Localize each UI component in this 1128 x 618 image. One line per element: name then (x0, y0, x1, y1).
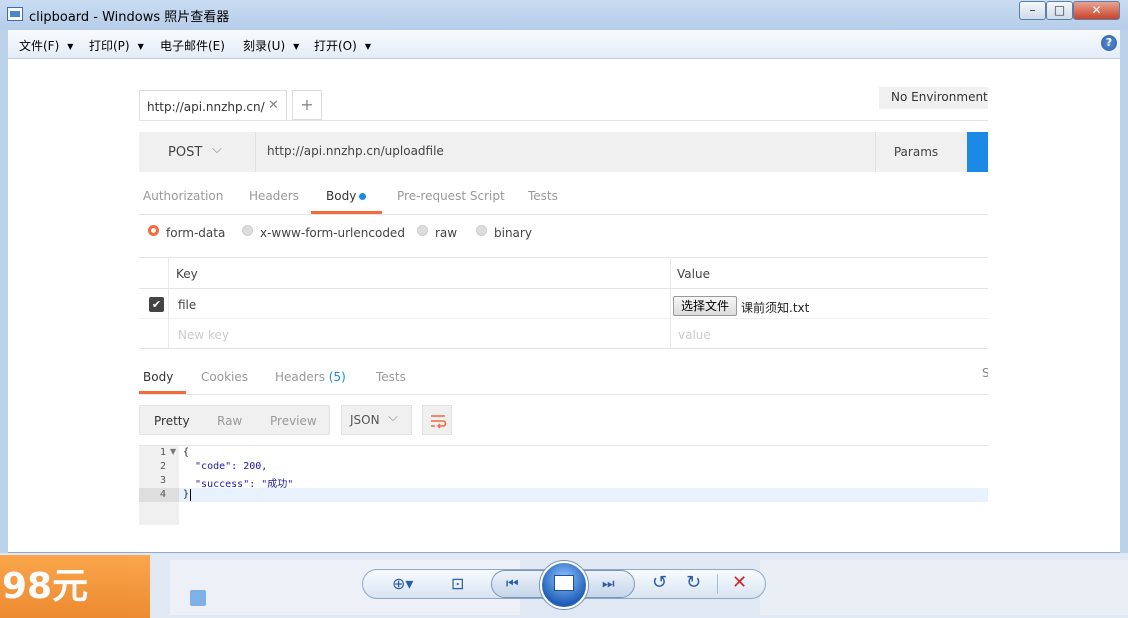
line-number: 2 (159, 461, 166, 472)
new-value-input[interactable]: value (678, 328, 711, 342)
window-title: clipboard - Windows 照片查看器 (29, 10, 230, 25)
chevron-down-icon: ▼ (364, 42, 371, 51)
headers-count-badge: (5) (328, 370, 346, 384)
slideshow-icon (554, 575, 574, 591)
response-tab-body[interactable]: Body (143, 370, 173, 384)
request-tab-label: http://api.nnzhp.cn/ (147, 100, 265, 114)
modified-dot-icon (359, 193, 366, 200)
tab-pre-request-script[interactable]: Pre-request Script (397, 189, 505, 203)
rotate-counterclockwise-icon[interactable]: ↺ (652, 572, 667, 593)
code-line: "success": "成功" (183, 479, 294, 490)
send-button[interactable] (967, 132, 988, 172)
text-caret (190, 489, 191, 501)
response-status-cutoff: S (982, 366, 988, 380)
divider (139, 120, 988, 121)
radio-label: binary (494, 226, 532, 240)
environment-selector[interactable]: No Environment (879, 87, 988, 109)
divider (168, 257, 169, 349)
menu-burn[interactable]: 刻录(U) ▼ (243, 37, 299, 54)
tab-authorization[interactable]: Authorization (143, 189, 223, 203)
url-input-value: http://api.nnzhp.cn/uploadfile (267, 144, 444, 158)
add-tab-button[interactable]: + (292, 90, 322, 120)
chevron-down-icon: ⌵ (212, 142, 222, 157)
zoom-icon[interactable]: ⊕▾ (392, 574, 413, 593)
displayed-screenshot: http://api.nnzhp.cn/ ✕ + No Environment … (139, 87, 988, 525)
radio-label: x-www-form-urlencoded (260, 226, 405, 240)
rotate-clockwise-icon[interactable]: ↻ (686, 572, 701, 593)
row-enabled-checkbox[interactable]: ✔ (149, 297, 164, 312)
choose-file-button[interactable]: 选择文件 (673, 296, 737, 316)
menu-email[interactable]: 电子邮件(E) (160, 37, 225, 54)
request-tab[interactable]: http://api.nnzhp.cn/ ✕ (139, 90, 287, 120)
new-key-input[interactable]: New key (178, 328, 229, 342)
code-line: } (183, 489, 190, 500)
column-header-value: Value (677, 267, 710, 281)
divider (670, 257, 671, 349)
view-preview-button[interactable]: Preview (270, 414, 317, 428)
chevron-down-icon: ⌵ (388, 410, 398, 425)
view-pretty-button[interactable]: Pretty (154, 414, 190, 428)
tab-headers[interactable]: Headers (249, 189, 299, 203)
divider (139, 348, 988, 349)
line-number: 3 (159, 475, 166, 486)
code-line: { (183, 447, 190, 458)
wrap-lines-icon (431, 415, 447, 429)
next-icon[interactable]: ⏭ (602, 576, 615, 592)
close-icon[interactable]: ✕ (268, 98, 279, 113)
background-checkbox-icon (190, 590, 206, 606)
params-button[interactable]: Params (876, 132, 956, 172)
divider (139, 445, 988, 446)
radio-raw[interactable] (417, 225, 428, 236)
chevron-down-icon: ▼ (293, 42, 300, 51)
divider (139, 318, 988, 319)
divider (139, 394, 988, 395)
divider (139, 257, 988, 258)
menu-bar: 文件(F) ▼ 打印(P) ▼ 电子邮件(E) 刻录(U) ▼ 打开(O) ▼ ? (8, 30, 1120, 59)
current-line-highlight (179, 488, 988, 502)
close-window-button[interactable]: ✕ (1073, 1, 1120, 20)
photo-viewer-app-icon (7, 7, 23, 21)
view-raw-button[interactable]: Raw (217, 414, 242, 428)
column-header-key: Key (176, 267, 198, 281)
response-tab-headers[interactable]: Headers (5) (275, 370, 346, 384)
wrap-lines-button[interactable] (422, 405, 452, 435)
background-content (760, 560, 1128, 615)
help-icon[interactable]: ? (1101, 35, 1117, 51)
divider (717, 574, 718, 594)
chevron-down-icon: ▼ (67, 42, 74, 51)
background-ad-banner: 98元 (0, 555, 150, 618)
radio-binary[interactable] (476, 225, 487, 236)
row-key-input[interactable]: file (178, 298, 196, 312)
radio-label: raw (435, 226, 458, 240)
response-tab-cookies[interactable]: Cookies (201, 370, 248, 384)
previous-icon[interactable]: ⏮ (506, 576, 519, 592)
radio-label: form-data (166, 226, 226, 240)
method-selector[interactable]: POST (168, 145, 202, 160)
maximize-button[interactable]: □ (1046, 1, 1073, 20)
menu-file[interactable]: 文件(F) ▼ (19, 37, 73, 54)
tab-tests[interactable]: Tests (528, 189, 558, 203)
minimize-button[interactable]: – (1019, 1, 1046, 20)
divider (139, 214, 988, 215)
fit-window-icon[interactable]: ⊡ (451, 574, 464, 593)
window-frame-right (1120, 30, 1128, 553)
response-tab-tests[interactable]: Tests (376, 370, 406, 384)
fold-arrow-icon[interactable]: ▼ (170, 447, 176, 456)
menu-open[interactable]: 打开(O) ▼ (314, 37, 371, 54)
code-line: "code": 200, (183, 461, 268, 472)
line-number: 1 (159, 447, 166, 458)
window-frame-left (0, 30, 8, 553)
line-number: 4 (159, 489, 166, 500)
tab-body[interactable]: Body (326, 189, 356, 203)
radio-x-www-form-urlencoded[interactable] (242, 225, 253, 236)
menu-print[interactable]: 打印(P) ▼ (89, 37, 144, 54)
radio-form-data[interactable] (148, 225, 159, 236)
divider (139, 288, 988, 289)
chevron-down-icon: ▼ (137, 42, 144, 51)
format-selector-label: JSON (350, 413, 380, 427)
delete-icon[interactable]: ✕ (732, 572, 747, 593)
selected-file-name: 课前须知.txt (741, 301, 810, 315)
